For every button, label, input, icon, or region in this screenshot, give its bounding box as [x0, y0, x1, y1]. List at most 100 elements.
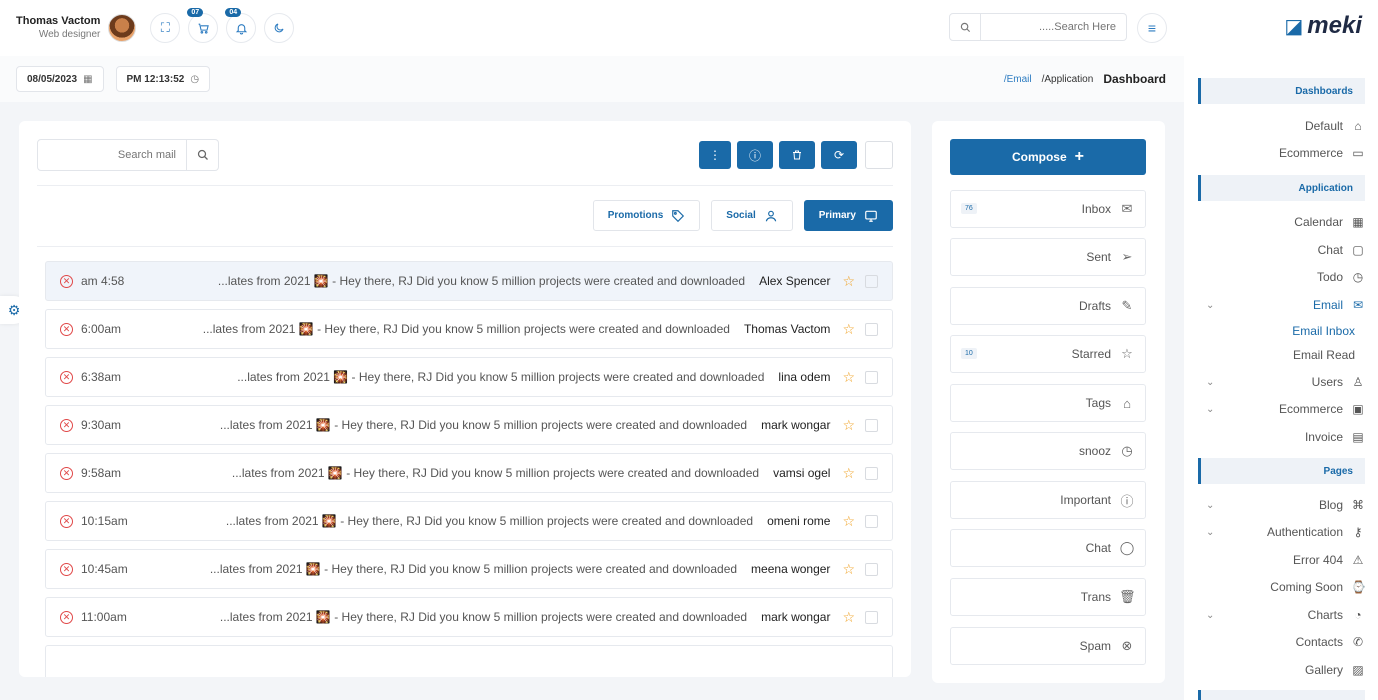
folder-snooz[interactable]: snooz ◷	[950, 432, 1146, 470]
folder-tags[interactable]: Tags ⌂	[950, 384, 1146, 422]
sidebar-item-contacts[interactable]: Contacts ✆	[1198, 632, 1365, 652]
search-icon[interactable]	[949, 13, 981, 41]
sidebar-item-charts[interactable]: ⌄ Charts ◔	[1198, 605, 1365, 625]
search-icon[interactable]	[187, 139, 219, 171]
mail-panel: ⋮ ⓘ ⟳ Promotions Social Primary ✕ am 4:5…	[19, 121, 911, 677]
compose-button[interactable]: Compose +	[950, 139, 1146, 175]
folder-inbox[interactable]: 76 Inbox ✉	[950, 190, 1146, 228]
mail-time: am 4:58	[81, 274, 171, 288]
sidebar-item-chat[interactable]: Chat ▢	[1198, 240, 1365, 260]
row-checkbox[interactable]	[865, 275, 878, 288]
x-circle-icon[interactable]: ✕	[60, 323, 73, 336]
tab-social[interactable]: Social	[711, 200, 792, 231]
table-row[interactable]: ✕ 6:38am ...lates from 2021 🎇 - Hey ther…	[45, 357, 893, 397]
sidebar-subitem-email-read[interactable]: Email Read	[1198, 348, 1365, 362]
sidebar-item-gallery[interactable]: Gallery ▨	[1198, 660, 1365, 680]
sidebar-item-label: Users	[1312, 375, 1343, 389]
x-circle-icon[interactable]: ✕	[60, 467, 73, 480]
sidebar-item-default[interactable]: Default ⌂	[1198, 116, 1365, 136]
table-row[interactable]: ✕ 6:00am ...lates from 2021 🎇 - Hey ther…	[45, 309, 893, 349]
star-icon[interactable]: ☆	[842, 369, 855, 386]
tab-primary[interactable]: Primary	[804, 200, 893, 231]
table-row[interactable]: ✕ 10:45am ...lates from 2021 🎇 - Hey the…	[45, 549, 893, 589]
sidebar-item-ecommerce-dashboard[interactable]: Ecommerce ▭	[1198, 143, 1365, 163]
more-vertical-icon[interactable]: ⋮	[699, 141, 731, 169]
fullscreen-icon[interactable]: ⛶	[150, 13, 180, 43]
chevron-down-icon: ⌄	[1206, 300, 1214, 311]
cart-icon[interactable]: 07	[188, 13, 218, 43]
star-icon[interactable]: ☆	[842, 321, 855, 338]
star-icon[interactable]: ☆	[842, 417, 855, 434]
tab-promotions[interactable]: Promotions	[593, 200, 701, 231]
bell-icon[interactable]: 04	[226, 13, 256, 43]
sidebar-item-coming-soon[interactable]: Coming Soon ⌚	[1198, 577, 1365, 597]
user-role: Web designer	[16, 29, 100, 41]
header-search-input[interactable]	[981, 13, 1127, 41]
breadcrumb-application[interactable]: /Application	[1042, 74, 1094, 85]
sidebar-item-calendar[interactable]: Calendar ▦	[1198, 212, 1365, 232]
date-pill[interactable]: 08/05/2023 ▦	[16, 66, 104, 92]
folder-important[interactable]: Important ⓘ	[950, 481, 1146, 519]
x-circle-icon[interactable]: ✕	[60, 611, 73, 624]
sidebar-item-todo[interactable]: Todo ◷	[1198, 267, 1365, 287]
table-row[interactable]: ✕ 10:15am ...lates from 2021 🎇 - Hey the…	[45, 501, 893, 541]
mail-preview: ...lates from 2021 🎇 - Hey there, RJ Did…	[171, 610, 747, 624]
row-checkbox[interactable]	[865, 467, 878, 480]
sidebar-item-users[interactable]: ⌄ Users ♙	[1198, 372, 1365, 392]
folder-sent[interactable]: Sent ➢	[950, 238, 1146, 276]
x-circle-icon[interactable]: ✕	[60, 563, 73, 576]
row-checkbox[interactable]	[865, 371, 878, 384]
time-pill[interactable]: PM 12:13:52 ◷	[116, 66, 211, 92]
sidebar-subitem-email-inbox[interactable]: Email Inbox	[1198, 324, 1365, 338]
info-icon[interactable]: ⓘ	[737, 141, 773, 169]
sidebar-item-ecommerce[interactable]: ⌄ Ecommerce ▣	[1198, 399, 1365, 419]
star-icon[interactable]: ☆	[842, 465, 855, 482]
phone-icon: ✆	[1351, 635, 1365, 649]
folder-spam[interactable]: Spam ⊗	[950, 627, 1146, 665]
row-checkbox[interactable]	[865, 611, 878, 624]
star-icon[interactable]: ☆	[842, 273, 855, 290]
sidebar-item-label: Invoice	[1305, 430, 1343, 444]
table-row[interactable]: ✕ 9:58am ...lates from 2021 🎇 - Hey ther…	[45, 453, 893, 493]
star-icon[interactable]: ☆	[842, 561, 855, 578]
breadcrumb-email[interactable]: /Email	[1004, 74, 1032, 85]
mail-preview: ...lates from 2021 🎇 - Hey there, RJ Did…	[171, 466, 759, 480]
sidebar-item-authentication[interactable]: ⌄ Authentication ⚷	[1198, 522, 1365, 542]
row-checkbox[interactable]	[865, 419, 878, 432]
folder-trans[interactable]: Trans 🗑	[950, 578, 1146, 616]
table-row[interactable]	[45, 645, 893, 677]
table-row[interactable]: ✕ 9:30am ...lates from 2021 🎇 - Hey ther…	[45, 405, 893, 445]
folder-chat[interactable]: Chat ◯	[950, 529, 1146, 567]
tab-label: Promotions	[608, 210, 664, 221]
x-circle-icon[interactable]: ✕	[60, 371, 73, 384]
sidebar-item-blog[interactable]: ⌄ Blog ⌘	[1198, 495, 1365, 515]
avatar[interactable]	[108, 14, 136, 42]
row-checkbox[interactable]	[865, 563, 878, 576]
select-all-checkbox[interactable]	[865, 141, 893, 169]
table-row[interactable]: ✕ 11:00am ...lates from 2021 🎇 - Hey the…	[45, 597, 893, 637]
folder-starred[interactable]: 10 Starred ☆	[950, 335, 1146, 373]
x-circle-icon[interactable]: ✕	[60, 515, 73, 528]
trash-icon[interactable]	[779, 141, 815, 169]
mail-search-input[interactable]	[37, 139, 187, 171]
folder-drafts[interactable]: Drafts ✎	[950, 287, 1146, 325]
logo[interactable]: ◪ meki	[1284, 12, 1362, 40]
star-icon[interactable]: ☆	[842, 513, 855, 530]
sidebar-item-error-404[interactable]: Error 404 ⚠	[1198, 550, 1365, 570]
hamburger-menu-icon[interactable]: ≡	[1137, 13, 1167, 43]
star-icon[interactable]: ☆	[842, 609, 855, 626]
row-checkbox[interactable]	[865, 515, 878, 528]
sidebar-item-invoice[interactable]: Invoice ▤	[1198, 427, 1365, 447]
sidebar-item-email[interactable]: ⌄ Email ✉	[1198, 295, 1365, 315]
user-profile[interactable]: Thomas Vactom Web designer	[16, 14, 136, 42]
refresh-icon[interactable]: ⟳	[821, 141, 857, 169]
table-row[interactable]: ✕ am 4:58 ...lates from 2021 🎇 - Hey the…	[45, 261, 893, 301]
info-icon: ⓘ	[1119, 491, 1135, 510]
x-circle-icon[interactable]: ✕	[60, 275, 73, 288]
folder-label: Spam	[1080, 639, 1111, 653]
home-icon: ⌂	[1351, 119, 1365, 133]
row-checkbox[interactable]	[865, 323, 878, 336]
tag-icon	[671, 209, 685, 223]
moon-icon[interactable]	[264, 13, 294, 43]
x-circle-icon[interactable]: ✕	[60, 419, 73, 432]
